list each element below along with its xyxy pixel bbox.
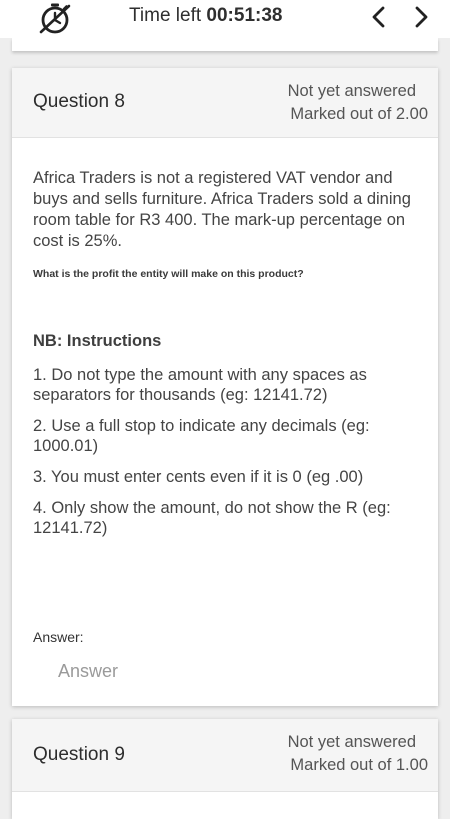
question-number: Question 8 — [33, 91, 125, 112]
instruction-item: 2. Use a full stop to indicate any decim… — [33, 417, 370, 455]
question-status: Not yet answered — [287, 733, 416, 751]
question-header: Question 8 Not yet answered Marked out o… — [12, 68, 438, 138]
chevron-right-icon[interactable] — [410, 4, 432, 30]
instruction-item: 1. Do not type the amount with any space… — [33, 366, 367, 404]
question-card: Question 9 Not yet answered Marked out o… — [12, 719, 438, 819]
question-number: Question 9 — [33, 744, 125, 765]
top-bar: Time left 00:51:38 — [0, 0, 450, 38]
instructions-list: 1. Do not type the amount with any space… — [33, 365, 428, 549]
chevron-left-icon[interactable] — [368, 4, 390, 30]
time-left-label: Time left — [129, 5, 207, 26]
instruction-item: 4. Only show the amount, do not show the… — [33, 499, 391, 537]
question-status: Not yet answered — [287, 82, 416, 100]
answer-input[interactable] — [46, 654, 338, 688]
question-marks: Marked out of 1.00 — [290, 756, 428, 774]
question-card: Question 8 Not yet answered Marked out o… — [12, 68, 438, 706]
previous-question-card — [12, 38, 438, 51]
answer-label: Answer: — [33, 629, 84, 645]
question-prompt: What is the profit the entity will make … — [33, 268, 304, 280]
question-text: Africa Traders is not a registered VAT v… — [33, 169, 411, 250]
stopwatch-icon[interactable] — [38, 2, 72, 36]
question-marks: Marked out of 2.00 — [290, 105, 428, 123]
time-left: Time left 00:51:38 — [129, 5, 282, 27]
time-left-value: 00:51:38 — [206, 5, 283, 26]
instruction-item: 3. You must enter cents even if it is 0 … — [33, 468, 364, 486]
question-header: Question 9 Not yet answered Marked out o… — [12, 719, 438, 792]
instructions-heading: NB: Instructions — [33, 332, 162, 350]
